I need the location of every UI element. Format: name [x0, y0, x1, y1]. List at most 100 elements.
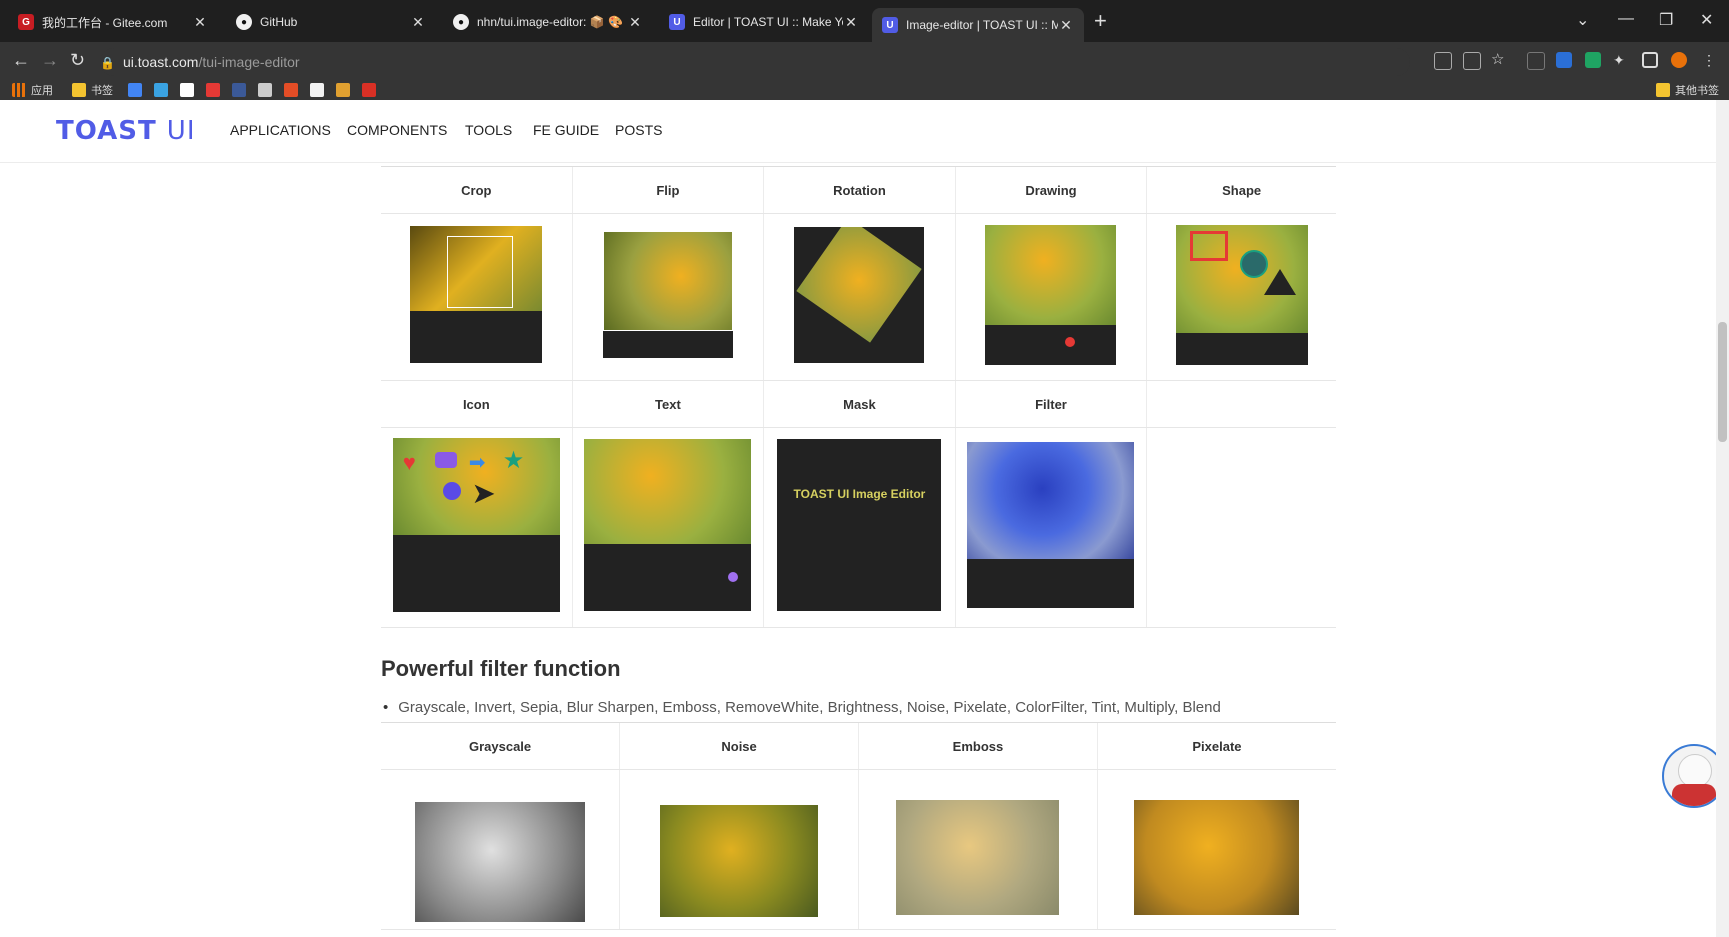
features-header-row-2: Icon Text Mask Filter	[381, 380, 1336, 428]
close-icon[interactable]: ✕	[627, 14, 643, 31]
nav-components[interactable]: COMPONENTS	[347, 122, 447, 138]
extension-icon[interactable]	[1585, 52, 1601, 68]
grayscale-demo-image	[415, 802, 586, 922]
filters-image-row	[381, 769, 1336, 930]
translate-icon[interactable]	[1434, 52, 1452, 70]
shape-demo-image	[1175, 224, 1308, 365]
star-icon: ★	[502, 447, 525, 474]
rotation-demo-image	[794, 226, 925, 363]
bookmark-favicon-icon[interactable]	[206, 82, 225, 98]
text-cell	[571, 427, 764, 628]
page-scrollbar[interactable]	[1716, 100, 1729, 937]
filters-table: Grayscale Noise Emboss Pixelate	[381, 723, 1336, 930]
features-table: Crop Flip Rotation Drawing Shape Icon Te…	[381, 167, 1336, 628]
sidepanel-icon[interactable]	[1642, 52, 1658, 68]
feature-header: Filter	[954, 380, 1147, 428]
close-icon[interactable]: ✕	[410, 14, 426, 31]
icon-cell: ♥ ➡ ★ ➤	[381, 427, 573, 628]
nav-fe-guide[interactable]: FE GUIDE	[533, 122, 599, 138]
bookmark-apps[interactable]: 应用	[12, 82, 53, 98]
github-icon: ●	[236, 14, 252, 30]
grayscale-cell	[381, 769, 620, 930]
text-demo-image	[584, 439, 752, 611]
tab-title: Image-editor | TOAST UI :: Mak	[906, 18, 1058, 32]
reload-icon[interactable]: ↻	[70, 51, 85, 69]
forward-icon[interactable]: →	[41, 51, 59, 69]
window-close-button[interactable]: ✕	[1700, 10, 1713, 30]
chevron-icon: ➤	[472, 478, 495, 508]
close-icon[interactable]: ✕	[1058, 17, 1074, 34]
bookmark-favicon-icon[interactable]	[232, 82, 251, 98]
minimize-button[interactable]: —	[1618, 10, 1634, 28]
tab-gitee[interactable]: G 我的工作台 - Gitee.com ✕	[8, 7, 218, 37]
profile-avatar-icon[interactable]	[1671, 52, 1687, 68]
mask-demo-image: TOAST UI Image Editor	[777, 439, 942, 611]
tab-toast-editor[interactable]: U Editor | TOAST UI :: Make Your ✕	[659, 7, 869, 37]
tab-github[interactable]: ● GitHub ✕	[226, 7, 436, 37]
flip-cell	[571, 213, 764, 381]
features-image-row-2: ♥ ➡ ★ ➤ TOAST UI Image Editor	[381, 427, 1336, 628]
close-icon[interactable]: ✕	[192, 14, 208, 31]
filter-header: Noise	[619, 723, 859, 770]
heart-icon: ♥	[402, 450, 416, 475]
extension-icon[interactable]	[1527, 52, 1545, 70]
tab-title: Editor | TOAST UI :: Make Your	[693, 15, 843, 29]
tab-toast-image-editor[interactable]: U Image-editor | TOAST UI :: Mak ✕	[872, 8, 1084, 42]
restore-button[interactable]: ❐	[1659, 10, 1673, 30]
toast-ui-icon: U	[669, 14, 685, 30]
tab-search-icon[interactable]: ⌄	[1576, 10, 1589, 30]
crop-demo-image	[410, 226, 543, 363]
url-host: ui.toast.com	[122, 54, 199, 70]
bookmark-favicon-icon[interactable]	[310, 82, 329, 98]
feature-header: Icon	[381, 380, 573, 428]
bookmarks-bar: 应用 书签 其他书签	[0, 80, 1729, 101]
address-bar[interactable]: 🔒 ui.toast.com/tui-image-editor	[100, 48, 1410, 76]
mask-caption: TOAST UI Image Editor	[793, 487, 926, 501]
filter-header: Pixelate	[1096, 723, 1336, 770]
new-tab-button[interactable]: +	[1094, 10, 1107, 32]
tab-title: GitHub	[260, 15, 298, 29]
crop-cell	[381, 213, 573, 381]
feature-header: Flip	[571, 167, 764, 214]
close-icon[interactable]: ✕	[843, 14, 859, 31]
bookmark-label: 书签	[91, 85, 113, 97]
bookmark-favicon-icon[interactable]	[154, 82, 173, 98]
icon-demo-image: ♥ ➡ ★ ➤	[392, 438, 560, 612]
nav-posts[interactable]: POSTS	[615, 122, 662, 138]
empty-cell	[1146, 427, 1336, 628]
filter-header: Emboss	[857, 723, 1098, 770]
feature-header: Rotation	[763, 167, 956, 214]
gitee-icon: G	[18, 14, 34, 30]
back-icon[interactable]: ←	[12, 51, 30, 69]
bookmark-star-icon[interactable]: ☆	[1491, 52, 1507, 68]
tab-title: 我的工作台 - Gitee.com	[42, 15, 168, 30]
address-toolbar: ← → ↻ 🔒 ui.toast.com/tui-image-editor ☆ ✦…	[0, 42, 1729, 80]
bookmark-favicon-icon[interactable]	[258, 82, 277, 98]
nav-applications[interactable]: APPLICATIONS	[230, 122, 331, 138]
bookmark-label: 其他书签	[1675, 85, 1719, 97]
scrollbar-thumb[interactable]	[1718, 322, 1727, 442]
bookmark-folder[interactable]: 书签	[72, 82, 113, 98]
features-image-row-1	[381, 213, 1336, 381]
noise-cell	[619, 769, 859, 930]
browser-tab-strip: G 我的工作台 - Gitee.com ✕ ● GitHub ✕ ● nhn/t…	[0, 0, 1729, 42]
toast-ui-icon: U	[882, 17, 898, 33]
bookmark-favicon-icon[interactable]	[180, 82, 199, 98]
feature-header	[1146, 380, 1336, 428]
toast-ui-logo[interactable]: TOAST UI	[56, 116, 196, 146]
puzzle-icon[interactable]: ✦	[1613, 52, 1629, 68]
bookmark-favicon-icon[interactable]	[128, 82, 147, 98]
github-icon: ●	[453, 14, 469, 30]
other-bookmarks[interactable]: 其他书签	[1656, 82, 1719, 98]
menu-icon[interactable]: ⋮	[1702, 52, 1718, 68]
bookmark-favicon-icon[interactable]	[362, 82, 381, 98]
arrow-icon: ➡	[468, 452, 486, 474]
folder-icon	[1656, 83, 1670, 97]
extension-icon[interactable]	[1556, 52, 1572, 68]
tab-tui-github[interactable]: ● nhn/tui.image-editor: 📦 🎨 Fu ✕	[443, 7, 653, 37]
bookmark-favicon-icon[interactable]	[336, 82, 355, 98]
bookmark-favicon-icon[interactable]	[284, 82, 303, 98]
filter-cell	[954, 427, 1147, 628]
share-icon[interactable]	[1463, 52, 1481, 70]
nav-tools[interactable]: TOOLS	[465, 122, 512, 138]
